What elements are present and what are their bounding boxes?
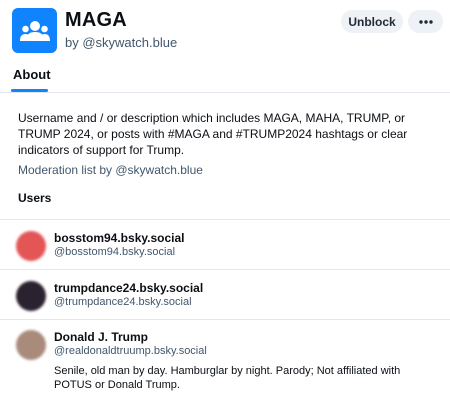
user-bio: Senile, old man by day. Hamburglar by ni… [54,365,401,391]
list-title: MAGA [65,9,127,31]
user-handle: @realdonaldtruump.bsky.social [54,345,207,357]
user-handle: @bosstom94.bsky.social [54,246,176,258]
list-description: Username and / or description which incl… [18,111,408,157]
user-display-name: bosstom94.bsky.social [54,231,185,245]
list-byline[interactable]: by @skywatch.blue [65,35,177,50]
moderation-attribution[interactable]: Moderation list by @skywatch.blue [18,163,203,177]
active-tab-indicator [11,89,48,92]
tab-bar: About [0,60,450,93]
list-item[interactable]: trumpdance24.bsky.social @trumpdance24.b… [0,269,450,319]
avatar [16,231,46,261]
avatar [16,330,46,360]
avatar [16,281,46,311]
more-options-button[interactable] [408,10,443,33]
list-item[interactable]: Donald J. Trump @realdonaldtruump.bsky.s… [0,319,450,401]
unblock-button[interactable]: Unblock [341,10,403,33]
user-display-name: Donald J. Trump [54,330,149,344]
list-avatar [12,8,57,53]
people-group-icon [19,20,50,41]
users-heading: Users [18,191,52,205]
list-item[interactable]: bosstom94.bsky.social @bosstom94.bsky.so… [0,219,450,269]
ellipsis-icon [418,19,433,24]
list-header: MAGA by @skywatch.blue Unblock [0,0,450,60]
tab-about[interactable]: About [13,67,51,82]
user-display-name: trumpdance24.bsky.social [54,281,204,295]
user-handle: @trumpdance24.bsky.social [54,296,192,308]
